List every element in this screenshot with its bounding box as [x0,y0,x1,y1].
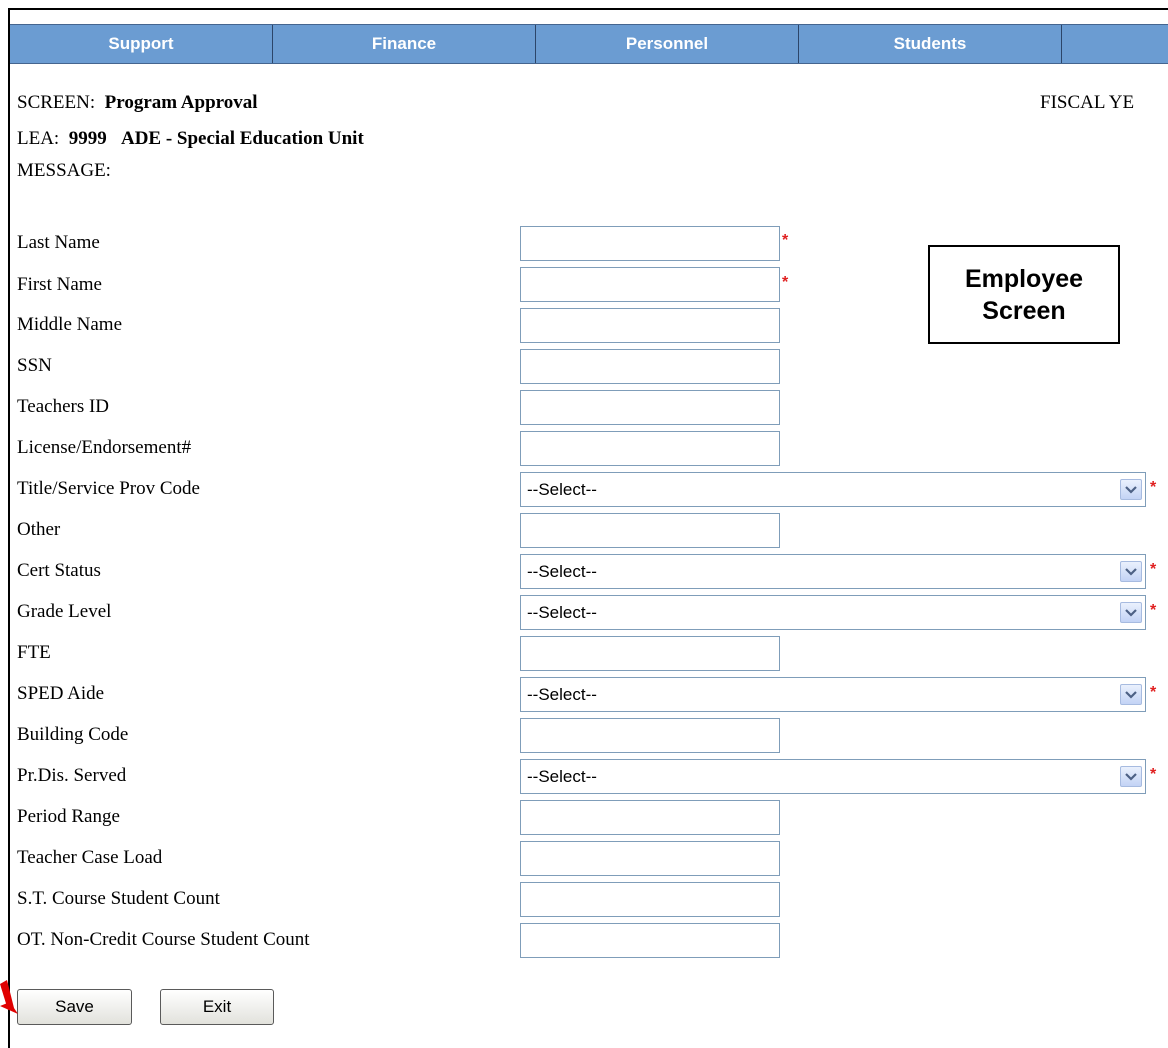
annotation-arrow-icon [0,980,18,1014]
building-code-label: Building Code [17,724,129,745]
fiscal-year-label: FISCAL YE [1040,92,1135,113]
lea-label: LEA: [17,128,60,149]
teacher-case-load-label: Teacher Case Load [17,847,163,868]
nav-support[interactable]: Support [10,25,273,63]
sped-aide-label: SPED Aide [17,683,105,704]
prdis-served-required-mark: * [1150,766,1157,783]
callout-line-2: Screen [982,296,1066,325]
prdis-served-select[interactable]: --Select-- [520,759,1146,794]
title-service-required-mark: * [1150,479,1157,496]
screen-label: SCREEN: [17,92,96,113]
message-label: MESSAGE: [17,160,111,181]
teachers-id-input[interactable] [520,390,780,425]
other-input[interactable] [520,513,780,548]
chevron-down-icon[interactable] [1120,561,1142,582]
middle-name-label: Middle Name [17,314,123,335]
nav-students[interactable]: Students [799,25,1062,63]
screen-value: Program Approval [104,92,258,113]
license-label: License/Endorsement# [17,437,192,458]
ot-noncredit-count-label: OT. Non-Credit Course Student Count [17,929,310,950]
first-name-label: First Name [17,274,102,295]
screen-line: SCREEN: Program Approval [17,92,258,114]
prdis-served-selected: --Select-- [527,766,597,786]
chevron-down-icon[interactable] [1120,479,1142,500]
st-course-count-input[interactable] [520,882,780,917]
sped-aide-required-mark: * [1150,684,1157,701]
top-nav: Support Finance Personnel Students [10,24,1168,64]
grade-level-select[interactable]: --Select-- [520,595,1146,630]
ot-noncredit-count-input[interactable] [520,923,780,958]
lea-name: ADE - Special Education Unit [120,128,364,149]
title-service-select[interactable]: --Select-- [520,472,1146,507]
cert-status-label: Cert Status [17,560,101,581]
nav-finance[interactable]: Finance [273,25,536,63]
cert-status-required-mark: * [1150,561,1157,578]
employee-screen-callout: Employee Screen [928,245,1120,344]
ssn-label: SSN [17,355,52,376]
last-name-input[interactable] [520,226,780,261]
period-range-label: Period Range [17,806,120,827]
callout-line-1: Employee [964,264,1084,293]
cert-status-selected: --Select-- [527,561,597,581]
chevron-down-icon[interactable] [1120,684,1142,705]
grade-level-selected: --Select-- [527,602,597,622]
lea-line: LEA: 9999 ADE - Special Education Unit [17,128,364,150]
first-name-required-mark: * [782,274,789,291]
period-range-input[interactable] [520,800,780,835]
chevron-down-icon[interactable] [1120,602,1142,623]
first-name-input[interactable] [520,267,780,302]
last-name-label: Last Name [17,232,100,253]
teachers-id-label: Teachers ID [17,396,110,417]
st-course-count-label: S.T. Course Student Count [17,888,220,909]
middle-name-input[interactable] [520,308,780,343]
fte-input[interactable] [520,636,780,671]
cert-status-select[interactable]: --Select-- [520,554,1146,589]
grade-level-required-mark: * [1150,602,1157,619]
ssn-input[interactable] [520,349,780,384]
lea-code: 9999 [68,128,107,149]
fte-label: FTE [17,642,51,663]
sped-aide-select[interactable]: --Select-- [520,677,1146,712]
save-button[interactable]: Save [17,989,132,1025]
nav-personnel[interactable]: Personnel [536,25,799,63]
title-service-selected: --Select-- [527,479,597,499]
other-label: Other [17,519,61,540]
chevron-down-icon[interactable] [1120,766,1142,787]
nav-item-5[interactable] [1062,25,1168,63]
prdis-served-label: Pr.Dis. Served [17,765,127,786]
title-service-label: Title/Service Prov Code [17,478,200,499]
teacher-case-load-input[interactable] [520,841,780,876]
grade-level-label: Grade Level [17,601,112,622]
sped-aide-selected: --Select-- [527,684,597,704]
exit-button[interactable]: Exit [160,989,274,1025]
last-name-required-mark: * [782,232,789,249]
building-code-input[interactable] [520,718,780,753]
license-input[interactable] [520,431,780,466]
